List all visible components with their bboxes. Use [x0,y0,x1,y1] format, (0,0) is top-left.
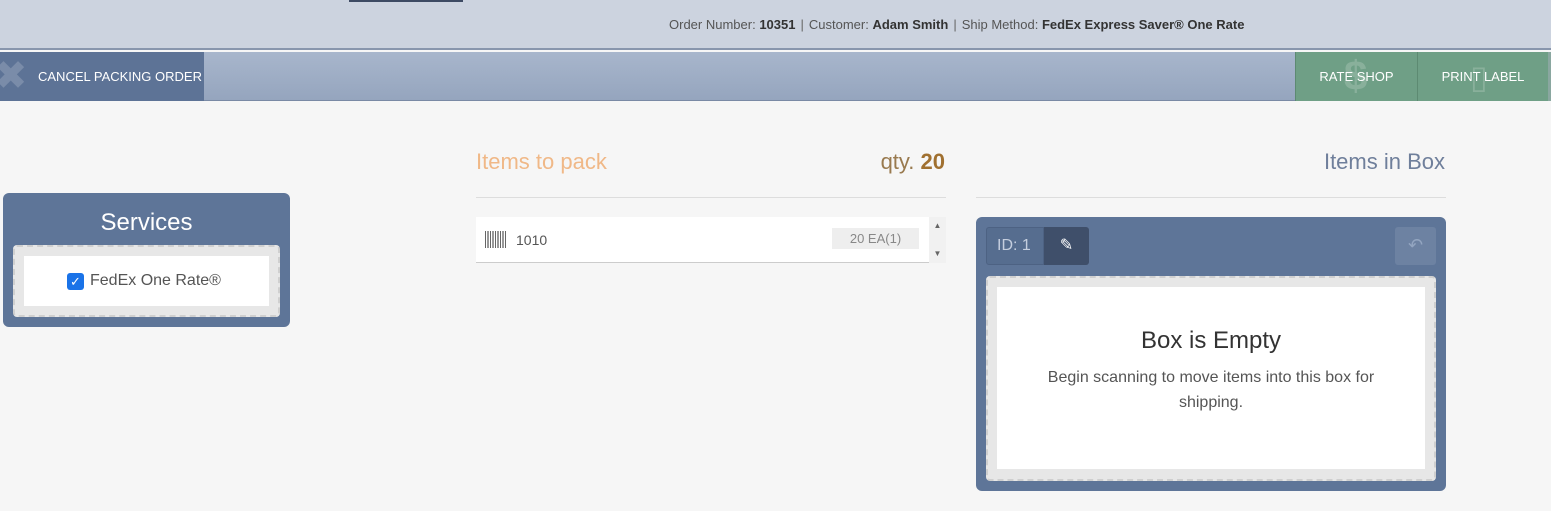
rate-shop-button[interactable]: $ RATE SHOP [1295,52,1417,101]
box-id: ID: 1 [986,227,1044,265]
item-quantity: 20 EA(1) [832,228,919,249]
qty-label: qty. [880,149,915,174]
box-empty-title: Box is Empty [1140,327,1282,354]
cancel-packing-order-button[interactable]: ✖ CANCEL PACKING ORDER [0,52,204,101]
services-panel: Services ✓ FedEx One Rate® [3,193,290,327]
edit-box-button[interactable]: ✎ [1044,227,1089,265]
print-label-label: PRINT LABEL [1441,69,1525,84]
fedex-one-rate-checkbox[interactable]: ✓ [67,272,84,290]
separator: | [800,17,804,32]
ship-method-label: Ship Method: [961,17,1039,32]
pack-item-row[interactable]: 1010 20 EA(1) [476,217,929,263]
print-label-button[interactable]: ▯ PRINT LABEL [1417,52,1548,101]
service-option: ✓ FedEx One Rate® [24,256,269,306]
service-label: FedEx One Rate® [90,272,221,289]
qty-value: 20 [920,149,945,174]
undo-button[interactable]: ↶ [1395,227,1436,265]
divider [976,197,1446,198]
rate-shop-label: RATE SHOP [1319,69,1394,84]
tab-accent [349,0,463,2]
scroll-down-icon[interactable]: ▼ [929,249,946,258]
customer-name: Adam Smith [872,17,949,32]
services-title: Services [100,209,193,236]
separator: | [953,17,957,32]
box-content: Box is Empty Begin scanning to move item… [997,287,1425,469]
items-to-pack-title: Items to pack [476,149,607,174]
barcode-icon [485,231,507,248]
ship-method: FedEx Express Saver® One Rate [1041,17,1245,32]
action-bar: ✖ CANCEL PACKING ORDER $ RATE SHOP ▯ PRI… [0,52,1551,101]
undo-icon: ↶ [1407,235,1424,255]
items-in-box-title: Items in Box [1323,149,1445,174]
box-empty-message: Begin scanning to move items into this b… [1047,369,1375,411]
order-summary: Order Number: 10351 | Customer: Adam Smith… [669,17,1244,32]
scroll-up-icon[interactable]: ▲ [929,221,946,230]
customer-label: Customer: [808,17,869,32]
divider [476,197,946,198]
box-panel: ID: 1 ✎ ↶ Box is Empty Begin scanning to… [976,217,1446,491]
order-info-bar: Order Number: 10351 | Customer: Adam Smith… [0,0,1551,50]
x-icon: ✖ [0,54,28,98]
services-frame: ✓ FedEx One Rate® [13,245,280,317]
pack-quantity: qty. 20 [881,149,945,175]
cancel-label: CANCEL PACKING ORDER [38,69,202,84]
order-number: 10351 [759,17,796,32]
edit-icon: ✎ [1059,237,1074,254]
order-number-label: Order Number: [669,17,756,32]
item-sku: 1010 [516,232,548,248]
pack-scrollbar[interactable]: ▲ ▼ [929,217,946,263]
box-drop-zone: Box is Empty Begin scanning to move item… [986,276,1436,481]
